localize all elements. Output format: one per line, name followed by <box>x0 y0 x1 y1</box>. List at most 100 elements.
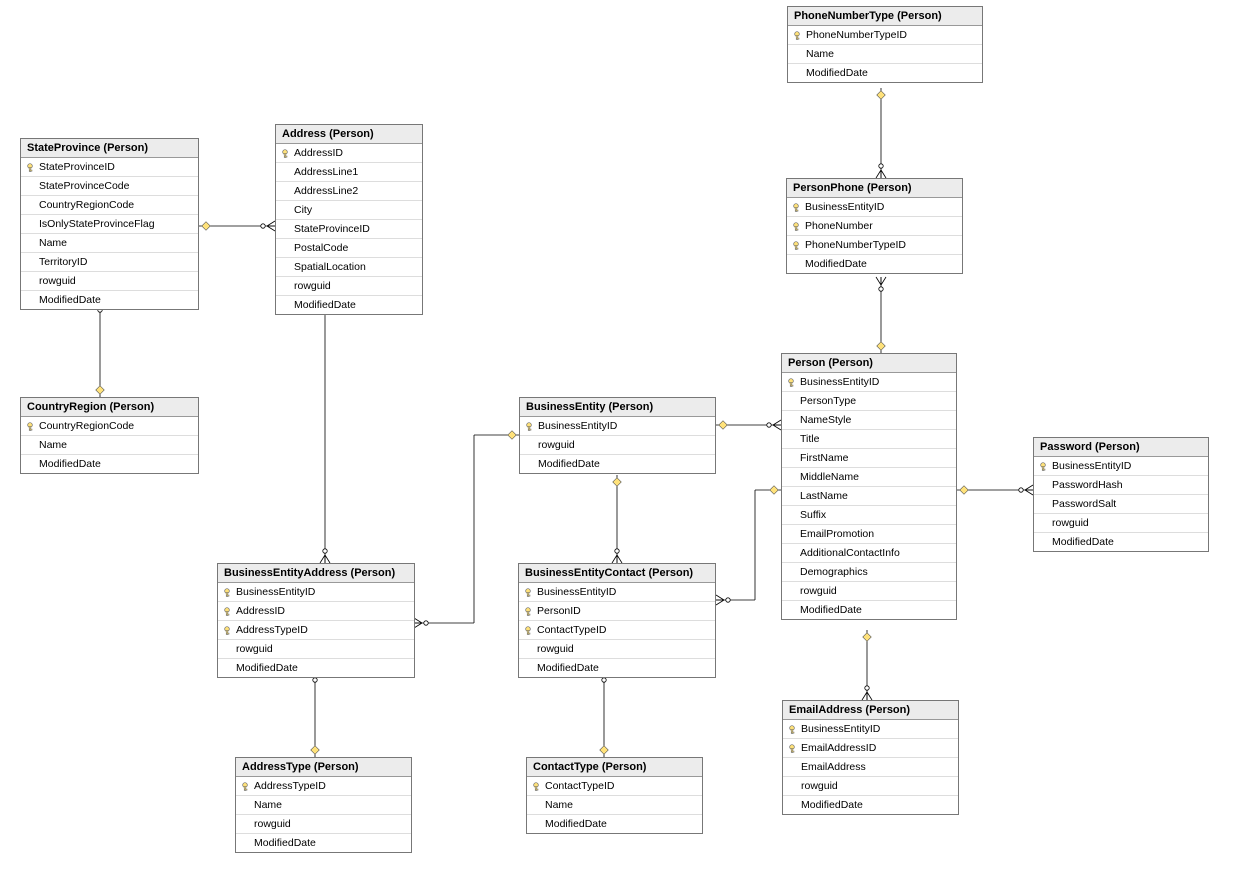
entity-column-row[interactable]: LastName <box>782 487 956 506</box>
entity-column-row[interactable]: ModifiedDate <box>218 659 414 677</box>
entity-column-row[interactable]: PersonType <box>782 392 956 411</box>
entity-business-entity[interactable]: BusinessEntity (Person) BusinessEntityID r… <box>519 397 716 474</box>
entity-column-row[interactable]: CountryRegionCode <box>21 417 198 436</box>
entity-header[interactable]: Person (Person) <box>782 354 956 373</box>
entity-column-row[interactable]: ModifiedDate <box>276 296 422 314</box>
entity-column-row[interactable]: AddressLine1 <box>276 163 422 182</box>
entity-column-row[interactable]: AddressID <box>218 602 414 621</box>
entity-column-row[interactable]: BusinessEntityID <box>1034 457 1208 476</box>
entity-column-row[interactable]: Suffix <box>782 506 956 525</box>
entity-header[interactable]: CountryRegion (Person) <box>21 398 198 417</box>
entity-column-row[interactable]: AddressTypeID <box>218 621 414 640</box>
entity-header[interactable]: BusinessEntityAddress (Person) <box>218 564 414 583</box>
entity-column-row[interactable]: PasswordSalt <box>1034 495 1208 514</box>
column-name: BusinessEntityID <box>538 419 711 433</box>
column-name: Name <box>545 798 698 812</box>
entity-column-row[interactable]: SpatialLocation <box>276 258 422 277</box>
entity-column-row[interactable]: PhoneNumberTypeID <box>787 236 962 255</box>
entity-person-phone[interactable]: PersonPhone (Person)BusinessEntityIDPhon… <box>786 178 963 274</box>
entity-column-row[interactable]: ContactTypeID <box>527 777 702 796</box>
entity-header[interactable]: AddressType (Person) <box>236 758 411 777</box>
entity-column-row[interactable]: IsOnlyStateProvinceFlag <box>21 215 198 234</box>
entity-column-row[interactable]: ModifiedDate <box>527 815 702 833</box>
entity-header[interactable]: BusinessEntityContact (Person) <box>519 564 715 583</box>
entity-header[interactable]: ContactType (Person) <box>527 758 702 777</box>
entity-column-row[interactable]: rowguid <box>236 815 411 834</box>
entity-column-row[interactable]: City <box>276 201 422 220</box>
entity-column-row[interactable]: NameStyle <box>782 411 956 430</box>
entity-column-row[interactable]: Name <box>788 45 982 64</box>
column-name: Name <box>39 236 194 250</box>
entity-column-row[interactable]: BusinessEntityID <box>782 373 956 392</box>
entity-header[interactable]: BusinessEntity (Person) <box>520 398 715 417</box>
entity-column-row[interactable]: Demographics <box>782 563 956 582</box>
entity-column-row[interactable]: rowguid <box>783 777 958 796</box>
entity-column-row[interactable]: ModifiedDate <box>21 455 198 473</box>
entity-header[interactable]: PersonPhone (Person) <box>787 179 962 198</box>
entity-column-row[interactable]: AdditionalContactInfo <box>782 544 956 563</box>
entity-column-row[interactable]: Name <box>236 796 411 815</box>
entity-column-row[interactable]: ContactTypeID <box>519 621 715 640</box>
entity-column-row[interactable]: ModifiedDate <box>1034 533 1208 551</box>
entity-column-row[interactable]: PasswordHash <box>1034 476 1208 495</box>
entity-column-row[interactable]: rowguid <box>519 640 715 659</box>
entity-password[interactable]: Password (Person)BusinessEntityIDPasswor… <box>1033 437 1209 552</box>
entity-column-row[interactable]: PhoneNumberTypeID <box>788 26 982 45</box>
entity-business-entity-contact[interactable]: BusinessEntityContact (Person)BusinessEn… <box>518 563 716 678</box>
entity-column-row[interactable]: FirstName <box>782 449 956 468</box>
entity-column-row[interactable]: ModifiedDate <box>783 796 958 814</box>
entity-column-row[interactable]: AddressID <box>276 144 422 163</box>
entity-header[interactable]: StateProvince (Person) <box>21 139 198 158</box>
entity-column-row[interactable]: BusinessEntityID <box>519 583 715 602</box>
entity-column-row[interactable]: BusinessEntityID <box>787 198 962 217</box>
entity-column-row[interactable]: StateProvinceCode <box>21 177 198 196</box>
entity-column-row[interactable]: Title <box>782 430 956 449</box>
entity-column-row[interactable]: ModifiedDate <box>788 64 982 82</box>
entity-column-row[interactable]: EmailAddress <box>783 758 958 777</box>
entity-column-row[interactable]: rowguid <box>782 582 956 601</box>
entity-column-row[interactable]: rowguid <box>520 436 715 455</box>
entity-column-row[interactable]: AddressLine2 <box>276 182 422 201</box>
entity-column-row[interactable]: BusinessEntityID <box>218 583 414 602</box>
entity-column-row[interactable]: AddressTypeID <box>236 777 411 796</box>
entity-column-row[interactable]: ModifiedDate <box>787 255 962 273</box>
entity-address-type[interactable]: AddressType (Person)AddressTypeIDNamerow… <box>235 757 412 853</box>
entity-column-row[interactable]: Name <box>21 436 198 455</box>
entity-column-row[interactable]: ModifiedDate <box>520 455 715 473</box>
entity-column-row[interactable]: rowguid <box>218 640 414 659</box>
entity-email-address[interactable]: EmailAddress (Person)BusinessEntityIDEma… <box>782 700 959 815</box>
entity-column-row[interactable]: rowguid <box>1034 514 1208 533</box>
entity-column-row[interactable]: ModifiedDate <box>782 601 956 619</box>
entity-country-region[interactable]: CountryRegion (Person)CountryRegionCodeN… <box>20 397 199 474</box>
entity-column-row[interactable]: StateProvinceID <box>276 220 422 239</box>
entity-column-row[interactable]: MiddleName <box>782 468 956 487</box>
entity-column-row[interactable]: ModifiedDate <box>519 659 715 677</box>
entity-column-row[interactable]: CountryRegionCode <box>21 196 198 215</box>
entity-column-row[interactable]: PostalCode <box>276 239 422 258</box>
entity-column-row[interactable]: TerritoryID <box>21 253 198 272</box>
entity-column-row[interactable]: ModifiedDate <box>21 291 198 309</box>
entity-column-row[interactable]: EmailPromotion <box>782 525 956 544</box>
entity-column-row[interactable]: ModifiedDate <box>236 834 411 852</box>
entity-column-row[interactable]: BusinessEntityID <box>520 417 715 436</box>
entity-column-row[interactable]: PhoneNumber <box>787 217 962 236</box>
entity-address[interactable]: Address (Person)AddressIDAddressLine1Add… <box>275 124 423 315</box>
entity-contact-type[interactable]: ContactType (Person)ContactTypeID Name Mod… <box>526 757 703 834</box>
entity-column-row[interactable]: rowguid <box>276 277 422 296</box>
entity-header[interactable]: Address (Person) <box>276 125 422 144</box>
entity-column-row[interactable]: EmailAddressID <box>783 739 958 758</box>
entity-header[interactable]: PhoneNumberType (Person) <box>788 7 982 26</box>
entity-column-row[interactable]: BusinessEntityID <box>783 720 958 739</box>
entity-column-row[interactable]: Name <box>21 234 198 253</box>
entity-column-row[interactable]: PersonID <box>519 602 715 621</box>
entity-business-entity-address[interactable]: BusinessEntityAddress (Person)BusinessEn… <box>217 563 415 678</box>
entity-column-row[interactable]: StateProvinceID <box>21 158 198 177</box>
entity-column-row[interactable]: Name <box>527 796 702 815</box>
entity-header[interactable]: EmailAddress (Person) <box>783 701 958 720</box>
entity-person[interactable]: Person (Person)BusinessEntityIDPersonTyp… <box>781 353 957 620</box>
entity-state-province[interactable]: StateProvince (Person)StateProvinceIDSta… <box>20 138 199 310</box>
column-name: FirstName <box>800 451 952 465</box>
entity-phone-number-type[interactable]: PhoneNumberType (Person)PhoneNumberTypeI… <box>787 6 983 83</box>
entity-column-row[interactable]: rowguid <box>21 272 198 291</box>
entity-header[interactable]: Password (Person) <box>1034 438 1208 457</box>
